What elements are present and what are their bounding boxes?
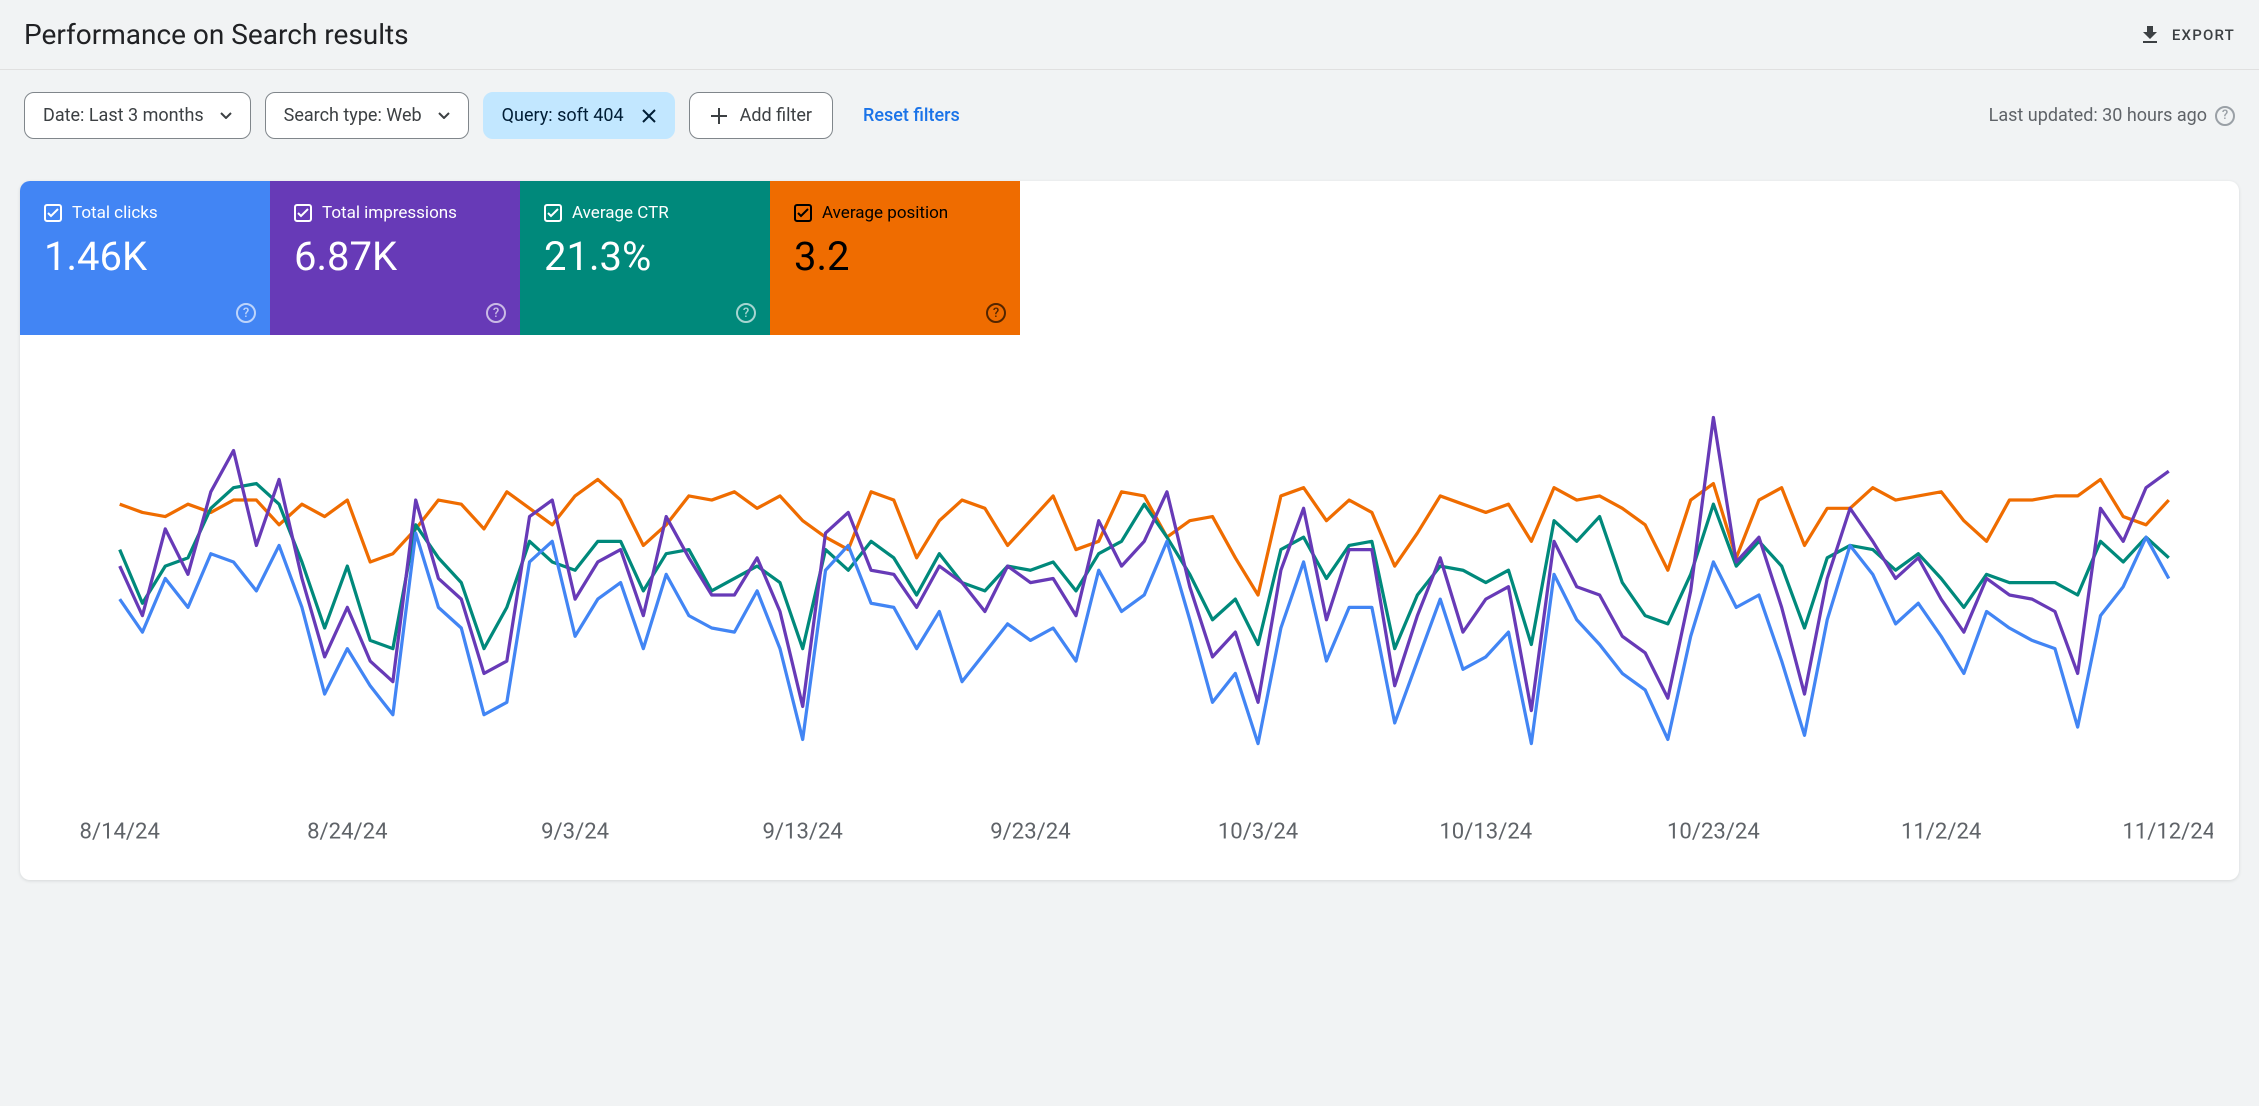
last-updated: Last updated: 30 hours ago ? xyxy=(1989,105,2235,126)
export-button[interactable]: EXPORT xyxy=(2138,23,2235,47)
svg-text:11/12/24: 11/12/24 xyxy=(2122,819,2213,845)
filter-search-type-label: Search type: Web xyxy=(284,105,422,126)
filter-chip-date[interactable]: Date: Last 3 months xyxy=(24,92,251,139)
caret-down-icon xyxy=(438,112,450,119)
metric-card-ctr[interactable]: Average CTR 21.3% ? xyxy=(520,181,770,335)
metrics-row: Total clicks 1.46K ? Total impressions 6… xyxy=(20,181,2239,335)
help-icon[interactable]: ? xyxy=(986,303,1006,323)
svg-text:9/3/24: 9/3/24 xyxy=(541,819,609,845)
svg-text:10/13/24: 10/13/24 xyxy=(1439,819,1532,845)
metric-position-label: Average position xyxy=(822,203,948,223)
checkbox-icon xyxy=(794,204,812,222)
filters-bar: Date: Last 3 months Search type: Web Que… xyxy=(0,70,2259,145)
svg-text:8/24/24: 8/24/24 xyxy=(307,819,387,845)
performance-card: Total clicks 1.46K ? Total impressions 6… xyxy=(20,181,2239,880)
help-icon[interactable]: ? xyxy=(236,303,256,323)
metric-position-value: 3.2 xyxy=(794,233,996,280)
svg-text:10/3/24: 10/3/24 xyxy=(1218,819,1298,845)
add-filter-label: Add filter xyxy=(740,105,812,126)
checkbox-icon xyxy=(294,204,312,222)
add-filter-button[interactable]: Add filter xyxy=(689,92,833,139)
filter-chip-search-type[interactable]: Search type: Web xyxy=(265,92,469,139)
metric-card-position[interactable]: Average position 3.2 ? xyxy=(770,181,1020,335)
metric-ctr-label: Average CTR xyxy=(572,203,669,223)
metric-ctr-value: 21.3% xyxy=(544,233,746,280)
reset-filters-link[interactable]: Reset filters xyxy=(863,105,960,126)
help-icon[interactable]: ? xyxy=(736,303,756,323)
metric-impressions-label: Total impressions xyxy=(322,203,457,223)
download-icon xyxy=(2138,23,2162,47)
metric-impressions-value: 6.87K xyxy=(294,233,496,280)
svg-text:8/14/24: 8/14/24 xyxy=(80,819,160,845)
svg-text:9/23/24: 9/23/24 xyxy=(990,819,1070,845)
metric-card-impressions[interactable]: Total impressions 6.87K ? xyxy=(270,181,520,335)
filter-date-label: Date: Last 3 months xyxy=(43,105,204,126)
plus-icon xyxy=(710,107,728,125)
filter-chip-query[interactable]: Query: soft 404 xyxy=(483,92,675,139)
help-icon[interactable]: ? xyxy=(486,303,506,323)
page-title: Performance on Search results xyxy=(24,18,409,51)
metric-card-clicks[interactable]: Total clicks 1.46K ? xyxy=(20,181,270,335)
caret-down-icon xyxy=(220,112,232,119)
filter-query-label: Query: soft 404 xyxy=(502,105,624,126)
svg-text:10/23/24: 10/23/24 xyxy=(1667,819,1760,845)
svg-text:11/2/24: 11/2/24 xyxy=(1901,819,1981,845)
metric-clicks-value: 1.46K xyxy=(44,233,246,280)
svg-text:9/13/24: 9/13/24 xyxy=(762,819,842,845)
performance-chart[interactable]: 8/14/24 8/24/24 9/3/24 9/13/24 9/23/24 10/3/2… xyxy=(46,355,2213,856)
close-icon[interactable] xyxy=(642,109,656,123)
checkbox-icon xyxy=(544,204,562,222)
last-updated-text: Last updated: 30 hours ago xyxy=(1989,105,2207,126)
export-label: EXPORT xyxy=(2172,26,2235,44)
checkbox-icon xyxy=(44,204,62,222)
metric-clicks-label: Total clicks xyxy=(72,203,158,223)
help-icon[interactable]: ? xyxy=(2215,106,2235,126)
